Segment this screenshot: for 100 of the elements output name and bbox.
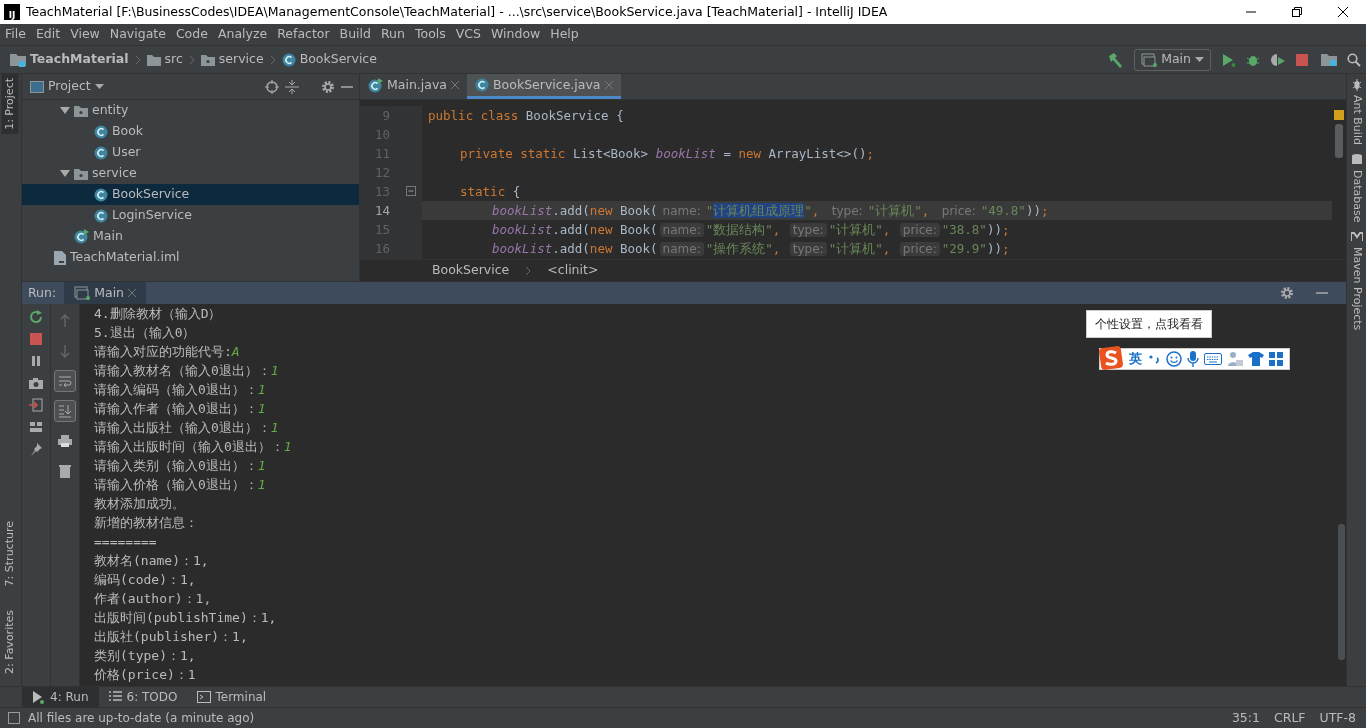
tree-item[interactable]: service <box>22 163 359 184</box>
breadcrumb-item[interactable]: BookService <box>430 261 512 280</box>
menu-item[interactable]: Refactor <box>272 25 335 44</box>
tree-item[interactable]: LoginService <box>22 205 359 226</box>
terminal-icon <box>197 690 212 704</box>
scroll-to-end-toggle[interactable] <box>54 400 76 422</box>
console-line: 请输入编码（输入0退出）：1 <box>94 381 266 399</box>
rerun-icon[interactable] <box>29 310 43 324</box>
package-icon <box>74 104 88 117</box>
menu-item[interactable]: Analyze <box>212 25 273 44</box>
menu-item[interactable]: File <box>0 25 31 44</box>
class-icon <box>94 187 108 202</box>
tree-item[interactable]: BookService <box>22 184 359 205</box>
fold-marker-icon[interactable] <box>406 186 416 196</box>
pause-icon[interactable] <box>29 354 43 368</box>
line-separator-selector[interactable]: CRLF <box>1271 708 1308 728</box>
menu-item[interactable]: Code <box>170 25 213 44</box>
run-icon[interactable] <box>1222 52 1236 67</box>
breadcrumb-item[interactable]: service <box>198 50 266 69</box>
tree-item[interactable]: Main <box>22 226 359 247</box>
menu-item[interactable]: View <box>65 25 105 44</box>
menu-item[interactable]: Run <box>376 25 410 44</box>
hammer-icon[interactable] <box>1107 51 1124 68</box>
menu-item[interactable]: Help <box>545 25 584 44</box>
breadcrumb-item[interactable]: BookService <box>279 50 379 69</box>
menu-item[interactable]: Navigate <box>104 25 171 44</box>
console-line: 5.退出（输入0） <box>94 324 196 342</box>
tool-window-button[interactable]: Database <box>1348 148 1365 227</box>
window-title: TeachMaterial [F:\BusinessCodes\IDEA\ManagementConsole\TeachMaterial] - ...\src\service\BookService.java [TeachMaterial] - IntelliJ IDEA <box>26 2 889 21</box>
locate-icon[interactable] <box>265 79 279 94</box>
tool-window-button[interactable]: 7: Structure <box>2 516 19 591</box>
panel-toggle-icon[interactable] <box>8 712 20 724</box>
menu-item[interactable]: Tools <box>409 25 451 44</box>
console-line: 价格(price)：1 <box>94 666 196 684</box>
expanded-arrow-icon[interactable] <box>60 169 70 178</box>
run-tab[interactable]: Main <box>64 282 147 304</box>
tool-window-button[interactable]: 1: Project <box>2 74 19 134</box>
stop-icon[interactable] <box>1296 53 1308 66</box>
tree-item[interactable]: User <box>22 142 359 163</box>
restore-icon[interactable] <box>1291 6 1303 18</box>
warning-marker-icon <box>1334 110 1344 120</box>
scrollbar-thumb-icon[interactable] <box>1337 524 1345 660</box>
tool-window-button[interactable]: Ant Build <box>1348 74 1365 149</box>
tree-item[interactable]: entity <box>22 100 359 121</box>
console-line: 新增的教材信息： <box>94 514 198 532</box>
scroll-to-end-icon <box>58 404 72 418</box>
caret-position[interactable]: 35:1 <box>1229 708 1262 728</box>
settings-icon[interactable] <box>321 79 335 94</box>
stop-icon[interactable] <box>29 332 43 346</box>
scrollbar-thumb-icon[interactable] <box>1335 124 1343 158</box>
input-mode-toggle[interactable]: 英 <box>1129 349 1142 369</box>
settings-icon[interactable] <box>1280 286 1294 300</box>
menu-item[interactable]: Edit <box>30 25 66 44</box>
smiley-icon[interactable] <box>1166 351 1182 367</box>
tool-window-button[interactable]: 2: Favorites <box>2 606 19 678</box>
code-line: public class BookService { <box>427 107 625 125</box>
console-line: 编码(code)：1, <box>94 571 196 589</box>
editor-tab[interactable]: Main.java <box>360 74 467 99</box>
breadcrumb-item[interactable]: <clinit> <box>545 261 601 280</box>
camera-icon[interactable] <box>29 376 43 390</box>
shirt-icon[interactable] <box>1248 352 1264 366</box>
soft-wrap-toggle[interactable] <box>54 370 76 392</box>
tool-window-tab[interactable]: 4: Run <box>22 686 99 708</box>
tool-window-tab[interactable]: 6: TODO <box>98 686 188 708</box>
tool-window-button[interactable]: Maven Projects <box>1348 226 1365 335</box>
console-line: 请输入对应的功能代号:A <box>94 343 240 361</box>
tree-item[interactable]: TeachMaterial.iml <box>22 247 359 268</box>
microphone-icon[interactable] <box>1187 351 1199 367</box>
search-icon[interactable] <box>1347 52 1361 67</box>
module-file-icon <box>54 250 66 265</box>
chevron-icon <box>269 54 276 65</box>
status-message: All files are up-to-date (a minute ago) <box>28 710 255 727</box>
encoding-selector[interactable]: UTF-8 <box>1317 708 1358 728</box>
window-icon <box>1141 52 1158 67</box>
collapse-icon[interactable] <box>285 79 299 94</box>
tree-item[interactable]: Book <box>22 121 359 142</box>
run-configuration-dropdown[interactable]: Main <box>1134 48 1211 71</box>
exit-icon[interactable] <box>29 398 43 412</box>
caret-icon <box>1195 56 1204 63</box>
breadcrumb-item[interactable]: src <box>144 50 185 69</box>
soft-wrap-icon <box>58 374 72 388</box>
caret-icon <box>94 83 104 90</box>
layout-icon[interactable] <box>29 420 43 434</box>
pin-icon[interactable] <box>29 442 43 456</box>
s-logo-icon[interactable] <box>1098 345 1124 371</box>
console-line: 类别(type)：1, <box>94 647 196 665</box>
menu-item[interactable]: Build <box>334 25 376 44</box>
close-icon[interactable] <box>1337 6 1349 18</box>
menu-item[interactable]: VCS <box>450 25 486 44</box>
editor-tab[interactable]: BookService.java <box>467 74 621 99</box>
tool-window-tab[interactable]: Terminal <box>187 686 277 708</box>
menu-item[interactable]: Window <box>486 25 546 44</box>
expanded-arrow-icon[interactable] <box>60 106 70 115</box>
keyboard-icon[interactable] <box>1204 353 1222 365</box>
class-icon <box>94 208 108 223</box>
grid-icon[interactable] <box>1269 352 1283 366</box>
breadcrumb-item[interactable]: TeachMaterial <box>8 50 131 69</box>
folder-grid-icon[interactable] <box>1321 52 1337 67</box>
panel-view-dropdown[interactable]: Project <box>28 77 106 96</box>
coverage-icon[interactable] <box>1270 52 1286 67</box>
